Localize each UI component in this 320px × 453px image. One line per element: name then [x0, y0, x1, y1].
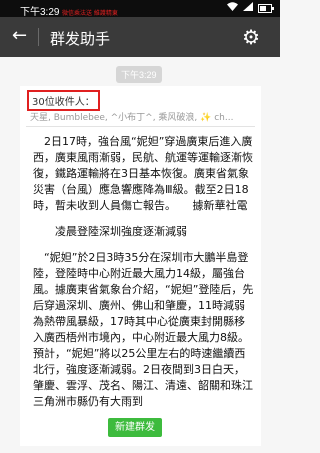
message-paragraph: “妮妲”於2日3時35分在深圳市大鵬半島登陸，登陸時中心附近最大風力14級，屬強… — [33, 251, 254, 408]
broadcast-message-card[interactable]: 30位收件人： 天星, Bumblebee, ^小布丁^, 乘风破浪, ✨ ch… — [20, 86, 261, 446]
message-heading: 凌晨登陸深圳強度逐漸減弱 — [55, 225, 187, 238]
message-body: 2日17時，強台風“妮妲”穿過廣東后進入廣西，廣東風雨漸弱，民航、航運等運輸逐漸… — [33, 134, 255, 444]
status-icons — [227, 2, 274, 14]
signal-icon — [243, 2, 253, 14]
page-title: 群发助手 — [50, 30, 111, 48]
status-bar: 下午3:29 微信乘法送 維護精東 — [0, 0, 280, 18]
gear-icon[interactable]: ⚙ — [242, 25, 260, 49]
appbar-divider — [38, 28, 39, 46]
app-bar: ← 群发助手 ⚙ — [0, 17, 280, 57]
recipient-count: 30位收件人： — [27, 90, 100, 111]
status-time: 下午3:29 — [20, 7, 60, 18]
battery-icon — [258, 3, 274, 13]
message-timestamp: 下午3:29 — [116, 66, 162, 83]
message-paragraph: 2日17時，強台風“妮妲”穿過廣東后進入廣西，廣東風雨漸弱，民航、航運等運輸逐漸… — [33, 135, 253, 212]
recipient-list[interactable]: 天星, Bumblebee, ^小布丁^, 乘风破浪, ✨ ch... — [30, 110, 256, 123]
wifi-icon — [227, 2, 238, 14]
back-arrow-icon[interactable]: ← — [12, 25, 27, 46]
divider — [26, 126, 255, 127]
new-broadcast-button[interactable]: 新建群发 — [108, 418, 162, 437]
